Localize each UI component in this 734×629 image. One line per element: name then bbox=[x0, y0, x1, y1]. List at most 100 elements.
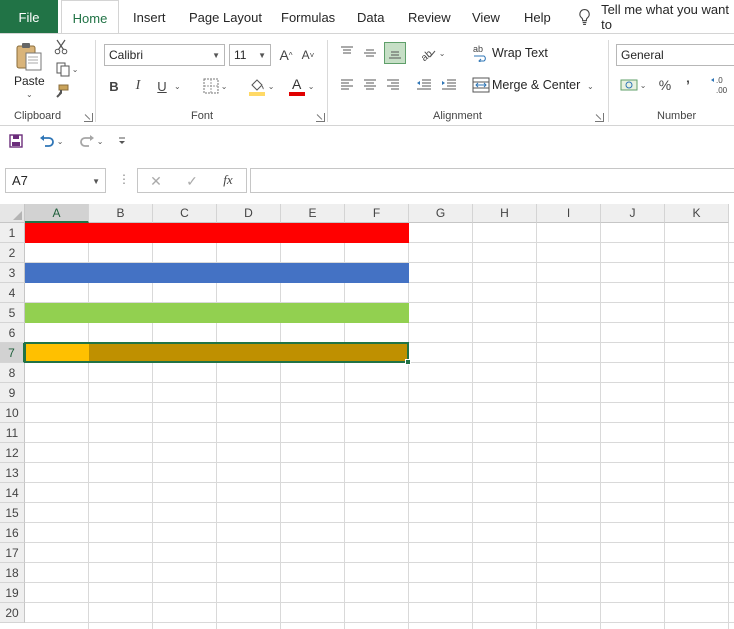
filled-range-a3-f3[interactable] bbox=[25, 263, 409, 283]
grid-line bbox=[25, 502, 734, 503]
column-header-k[interactable]: K bbox=[665, 204, 729, 223]
italic-button[interactable]: I bbox=[130, 76, 146, 96]
font-launcher-icon[interactable] bbox=[316, 113, 325, 122]
bottom-align-icon[interactable] bbox=[384, 42, 406, 64]
format-painter-icon[interactable] bbox=[52, 82, 70, 100]
column-header-g[interactable]: G bbox=[409, 204, 473, 223]
font-size-select[interactable]: 11 ▼ bbox=[229, 44, 271, 66]
tab-data[interactable]: Data bbox=[357, 0, 384, 34]
merge-center-button[interactable]: Merge & Center bbox=[492, 78, 580, 92]
formula-bar-splitter[interactable]: ⋮ bbox=[118, 172, 130, 186]
align-center-icon[interactable] bbox=[361, 76, 379, 94]
fill-color-button[interactable]: ⌄ bbox=[244, 75, 278, 97]
paste-icon[interactable] bbox=[12, 40, 46, 74]
filled-range-a1-f1[interactable] bbox=[25, 223, 409, 243]
paste-label[interactable]: Paste bbox=[14, 74, 45, 88]
column-header-f[interactable]: F bbox=[345, 204, 409, 223]
name-box[interactable]: A7 ▼ bbox=[5, 168, 106, 193]
enter-check-icon[interactable]: ✓ bbox=[184, 172, 200, 190]
align-left-icon[interactable] bbox=[338, 76, 356, 94]
column-header-e[interactable]: E bbox=[281, 204, 345, 223]
column-header-b[interactable]: B bbox=[89, 204, 153, 223]
grid-line bbox=[88, 223, 89, 629]
grid-line bbox=[25, 482, 734, 483]
underline-dropdown-icon[interactable]: ⌄ bbox=[174, 82, 181, 91]
column-header-d[interactable]: D bbox=[217, 204, 281, 223]
align-right-icon[interactable] bbox=[384, 76, 402, 94]
clipboard-launcher-icon[interactable] bbox=[84, 113, 93, 122]
filled-range-a5-f5[interactable] bbox=[25, 303, 409, 323]
column-header-j[interactable]: J bbox=[601, 204, 665, 223]
underline-button[interactable]: U bbox=[154, 76, 170, 96]
save-icon[interactable] bbox=[8, 133, 24, 149]
increase-decimal-icon[interactable]: .0.00 bbox=[708, 74, 734, 96]
font-color-button[interactable]: A ⌄ bbox=[284, 75, 318, 97]
wrap-text-button[interactable]: Wrap Text bbox=[492, 46, 548, 60]
row-header-16[interactable]: 16 bbox=[0, 523, 25, 543]
tab-help[interactable]: Help bbox=[524, 0, 551, 34]
grid-line bbox=[536, 223, 537, 629]
row-header-13[interactable]: 13 bbox=[0, 463, 25, 483]
row-header-10[interactable]: 10 bbox=[0, 403, 25, 423]
alignment-launcher-icon[interactable] bbox=[595, 113, 604, 122]
tab-file[interactable]: File bbox=[0, 0, 58, 34]
row-header-11[interactable]: 11 bbox=[0, 423, 25, 443]
row-header-7[interactable]: 7 bbox=[0, 343, 25, 363]
row-header-2[interactable]: 2 bbox=[0, 243, 25, 263]
formula-input[interactable] bbox=[250, 168, 734, 193]
row-header-9[interactable]: 9 bbox=[0, 383, 25, 403]
row-header-6[interactable]: 6 bbox=[0, 323, 25, 343]
copy-icon[interactable]: ⌄ bbox=[52, 60, 82, 78]
customize-qat-icon[interactable] bbox=[116, 133, 128, 149]
row-header-19[interactable]: 19 bbox=[0, 583, 25, 603]
tab-formulas[interactable]: Formulas bbox=[281, 0, 335, 34]
row-header-4[interactable]: 4 bbox=[0, 283, 25, 303]
column-header-c[interactable]: C bbox=[153, 204, 217, 223]
insert-function-button[interactable]: fx bbox=[218, 171, 238, 189]
percent-button[interactable]: % bbox=[656, 76, 674, 94]
decrease-indent-icon[interactable] bbox=[414, 76, 434, 94]
comma-style-button[interactable]: ’ bbox=[681, 76, 695, 94]
row-header-3[interactable]: 3 bbox=[0, 263, 25, 283]
redo-icon[interactable]: ⌄ bbox=[76, 132, 106, 150]
bold-button[interactable]: B bbox=[106, 76, 122, 96]
tab-view[interactable]: View bbox=[472, 0, 500, 34]
font-name-select[interactable]: Calibri ▼ bbox=[104, 44, 225, 66]
tab-insert[interactable]: Insert bbox=[133, 0, 166, 34]
wrap-text-icon[interactable]: ab bbox=[471, 43, 491, 63]
accounting-format-icon[interactable]: ⌄ bbox=[617, 76, 649, 94]
grow-font-button[interactable]: A ^ bbox=[278, 45, 294, 65]
select-all-button[interactable] bbox=[0, 204, 25, 223]
row-header-20[interactable]: 20 bbox=[0, 603, 25, 623]
merge-center-icon[interactable] bbox=[471, 76, 491, 94]
grid-line bbox=[25, 602, 734, 603]
column-header-a[interactable]: A bbox=[25, 204, 89, 223]
row-header-14[interactable]: 14 bbox=[0, 483, 25, 503]
undo-icon[interactable]: ⌄ bbox=[36, 132, 66, 150]
column-header-i[interactable]: I bbox=[537, 204, 601, 223]
column-header-h[interactable]: H bbox=[473, 204, 537, 223]
row-header-1[interactable]: 1 bbox=[0, 223, 25, 243]
tab-home[interactable]: Home bbox=[61, 0, 119, 35]
middle-align-icon[interactable] bbox=[361, 44, 379, 62]
orientation-icon[interactable]: ab ⌄ bbox=[416, 43, 448, 63]
merge-dropdown-icon[interactable]: ⌄ bbox=[587, 82, 594, 91]
cancel-icon[interactable]: ✕ bbox=[148, 172, 164, 190]
fill-handle[interactable] bbox=[405, 359, 411, 365]
row-header-18[interactable]: 18 bbox=[0, 563, 25, 583]
row-header-5[interactable]: 5 bbox=[0, 303, 25, 323]
row-header-17[interactable]: 17 bbox=[0, 543, 25, 563]
row-header-15[interactable]: 15 bbox=[0, 503, 25, 523]
borders-button[interactable]: ⌄ bbox=[198, 77, 232, 95]
shrink-font-button[interactable]: A ˅ bbox=[300, 45, 316, 65]
tell-me-box[interactable]: Tell me what you want to bbox=[578, 0, 734, 34]
number-format-select[interactable]: General bbox=[616, 44, 734, 66]
tab-page-layout[interactable]: Page Layout bbox=[189, 0, 262, 34]
cut-icon[interactable] bbox=[52, 38, 70, 56]
top-align-icon[interactable] bbox=[338, 44, 356, 62]
row-header-8[interactable]: 8 bbox=[0, 363, 25, 383]
tab-review[interactable]: Review bbox=[408, 0, 451, 34]
increase-indent-icon[interactable] bbox=[439, 76, 459, 94]
paste-dropdown-icon[interactable]: ⌄ bbox=[26, 90, 33, 99]
row-header-12[interactable]: 12 bbox=[0, 443, 25, 463]
